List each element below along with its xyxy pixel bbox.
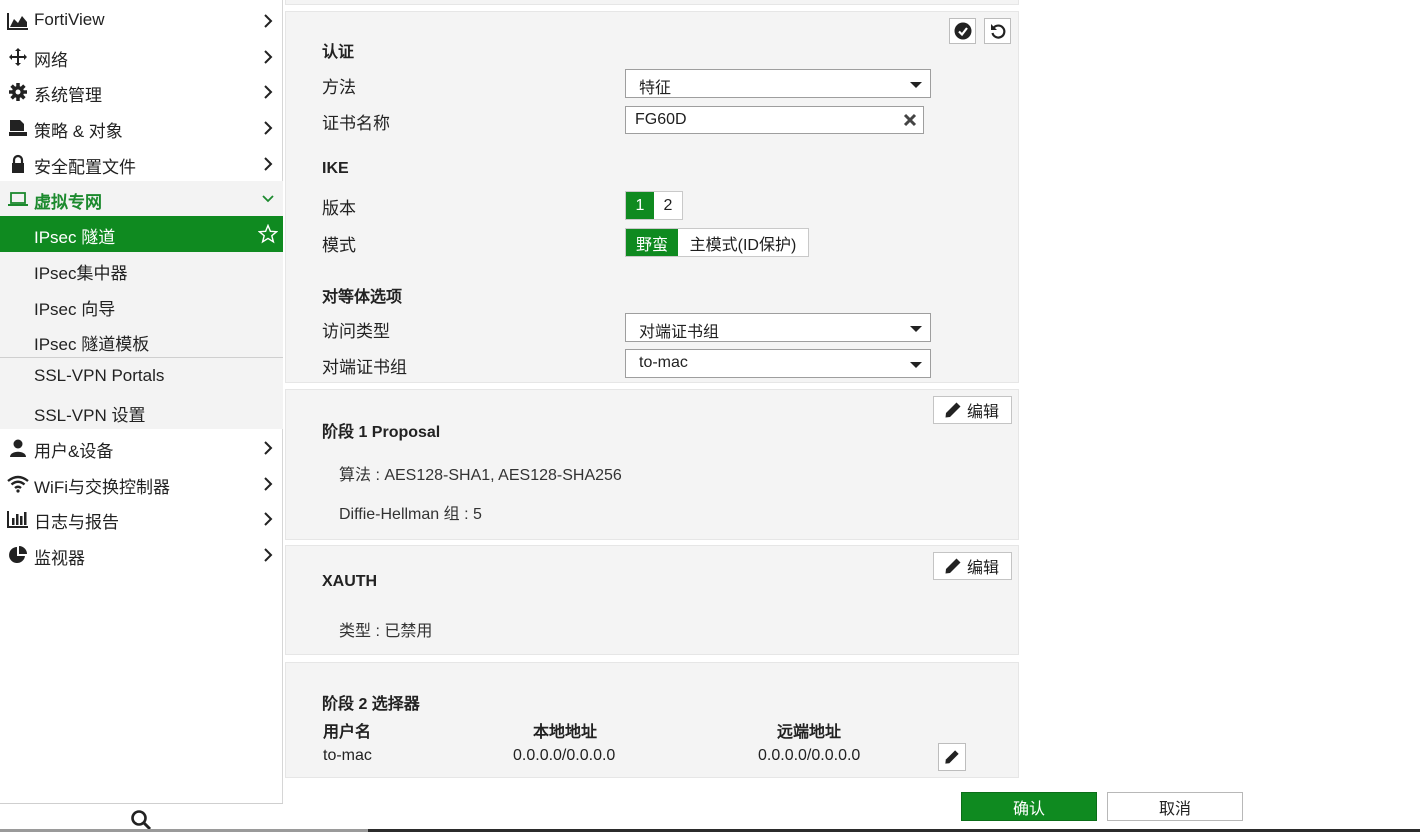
star-icon[interactable] <box>258 224 278 244</box>
ok-button[interactable]: 确认 <box>961 792 1097 821</box>
user-icon <box>7 438 29 458</box>
version-option-1[interactable]: 1 <box>626 192 654 219</box>
column-header-remote-address: 远端地址 <box>777 724 842 741</box>
chevron-right-icon <box>264 477 273 491</box>
sidebar-item-ipsec-templates[interactable]: IPsec 隧道模板 <box>0 323 283 358</box>
sidebar-item-ipsec-concentrator[interactable]: IPsec集中器 <box>0 252 283 287</box>
mode-option-aggressive[interactable]: 野蛮 <box>626 229 678 256</box>
xauth-type: 类型 : 已禁用 <box>339 623 433 640</box>
xauth-heading: XAUTH <box>322 573 378 590</box>
clear-icon[interactable] <box>902 112 918 128</box>
phase1-algorithm: 算法 : AES128-SHA1, AES128-SHA256 <box>339 467 622 484</box>
chevron-right-icon <box>264 14 273 28</box>
auth-heading: 认证 <box>322 44 355 61</box>
search-icon[interactable] <box>130 809 152 831</box>
ike-heading: IKE <box>322 160 349 177</box>
chevron-right-icon <box>264 157 273 171</box>
version-toggle: 1 2 <box>625 191 683 220</box>
sidebar-item-wifi-switch[interactable]: WiFi与交换控制器 <box>0 466 283 501</box>
undo-icon <box>990 24 1005 39</box>
sidebar-item-network[interactable]: 网络 <box>0 39 283 74</box>
access-type-select[interactable]: 对端证书组 <box>625 313 931 342</box>
sidebar-item-system[interactable]: 系统管理 <box>0 74 283 109</box>
clipboard-icon <box>7 118 29 138</box>
divider <box>0 357 283 358</box>
pencil-icon <box>945 750 959 764</box>
pie-chart-icon <box>7 545 29 565</box>
sidebar-item-security-profiles[interactable]: 安全配置文件 <box>0 146 283 181</box>
peer-group-select[interactable]: to-mac <box>625 349 931 378</box>
table-cell-username: to-mac <box>323 747 372 764</box>
pencil-icon <box>945 402 961 418</box>
laptop-icon <box>7 189 29 209</box>
column-header-local-address: 本地地址 <box>533 724 598 741</box>
chevron-right-icon <box>264 441 273 455</box>
phase1-dh-group: Diffie-Hellman 组 : 5 <box>339 506 482 523</box>
sidebar-search[interactable] <box>0 803 283 832</box>
caret-down-icon <box>910 326 922 332</box>
chevron-right-icon <box>264 50 273 64</box>
mode-label: 模式 <box>322 236 356 255</box>
pencil-icon <box>945 558 961 574</box>
cert-name-field[interactable]: FG60D <box>625 106 924 134</box>
peer-heading: 对等体选项 <box>322 289 403 306</box>
previous-panel <box>285 0 1019 5</box>
chart-area-icon <box>7 11 29 31</box>
phase2-heading: 阶段 2 选择器 <box>322 696 420 713</box>
caret-down-icon <box>910 82 922 88</box>
caret-down-icon <box>910 362 922 368</box>
peer-group-label: 对端证书组 <box>322 358 407 377</box>
table-cell-remote-address: 0.0.0.0/0.0.0.0 <box>758 747 861 764</box>
chevron-down-icon <box>262 195 274 203</box>
sidebar-item-fortiview[interactable]: FortiView <box>0 3 283 38</box>
move-arrows-icon <box>7 47 29 67</box>
chevron-right-icon <box>264 85 273 99</box>
version-label: 版本 <box>322 199 356 218</box>
column-header-username: 用户名 <box>323 724 372 741</box>
apply-button[interactable] <box>949 18 976 44</box>
chevron-right-icon <box>264 512 273 526</box>
method-select[interactable]: 特征 <box>625 69 931 98</box>
bar-chart-icon <box>7 509 29 529</box>
mode-toggle: 野蛮 主模式(ID保护) <box>625 228 809 257</box>
sidebar: FortiView 网络 系统管理 策略 & 对象 安全配置文件 虚拟专网 IP… <box>0 0 283 832</box>
table-cell-local-address: 0.0.0.0/0.0.0.0 <box>513 747 616 764</box>
cancel-button[interactable]: 取消 <box>1107 792 1243 821</box>
sidebar-item-monitor[interactable]: 监视器 <box>0 537 283 572</box>
chevron-right-icon <box>264 121 273 135</box>
version-option-2[interactable]: 2 <box>654 192 682 219</box>
lock-icon <box>7 154 29 174</box>
sidebar-item-sslvpn-portals[interactable]: SSL-VPN Portals <box>0 359 283 394</box>
method-label: 方法 <box>322 78 356 97</box>
sidebar-item-sslvpn-settings[interactable]: SSL-VPN 设置 <box>0 394 283 429</box>
cert-label: 证书名称 <box>322 114 390 133</box>
sidebar-item-policy[interactable]: 策略 & 对象 <box>0 110 283 145</box>
phase2-edit-button[interactable] <box>938 743 966 771</box>
sidebar-item-ipsec-tunnels[interactable]: IPsec 隧道 <box>0 216 283 252</box>
xauth-edit-button[interactable]: 编辑 <box>933 552 1012 580</box>
gear-icon <box>7 82 29 102</box>
access-type-label: 访问类型 <box>322 322 390 341</box>
chevron-right-icon <box>264 548 273 562</box>
phase2-panel <box>285 662 1019 778</box>
sidebar-item-log-report[interactable]: 日志与报告 <box>0 501 283 536</box>
check-circle-icon <box>954 22 971 40</box>
sidebar-item-user-device[interactable]: 用户&设备 <box>0 430 283 465</box>
revert-button[interactable] <box>984 18 1011 44</box>
wifi-icon <box>7 474 29 494</box>
phase1-heading: 阶段 1 Proposal <box>322 424 441 441</box>
mode-option-main[interactable]: 主模式(ID保护) <box>678 229 808 256</box>
phase1-edit-button[interactable]: 编辑 <box>933 396 1012 424</box>
sidebar-item-vpn[interactable]: 虚拟专网 <box>0 181 283 216</box>
sidebar-item-ipsec-wizard[interactable]: IPsec 向导 <box>0 288 283 323</box>
